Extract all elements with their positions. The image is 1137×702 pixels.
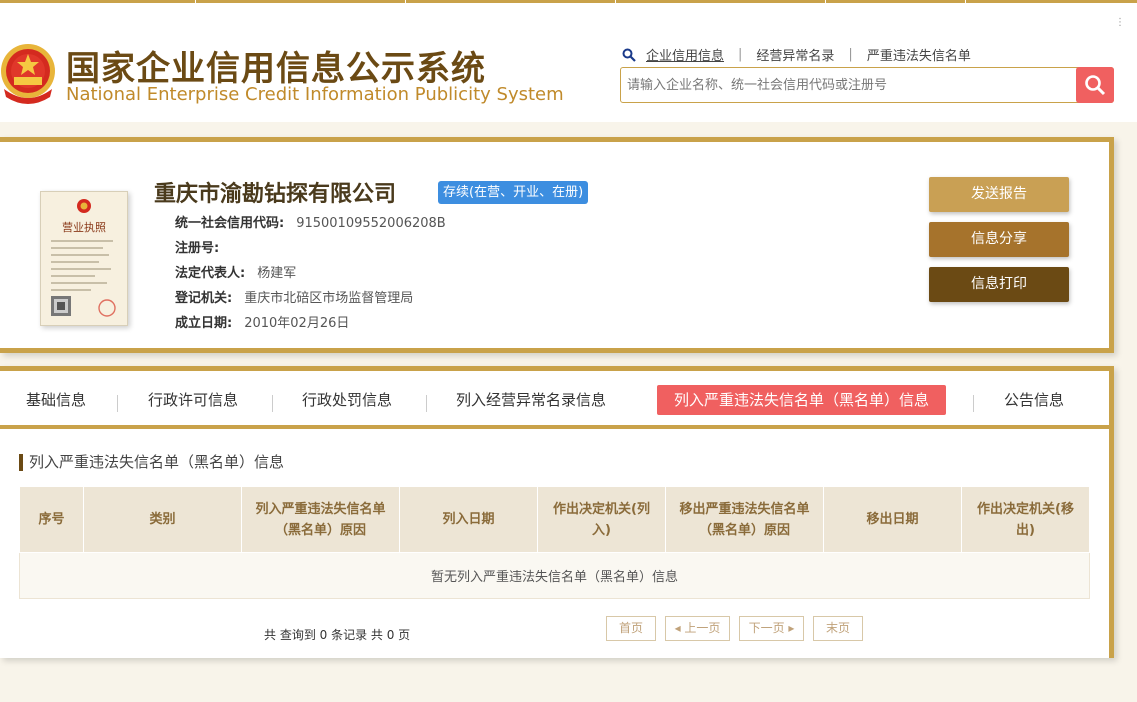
tab-basic-info[interactable]: 基础信息 [26,385,86,415]
top-nav: 企业信用信息 | 经营异常名录 | 严重违法失信名单 [622,45,971,64]
field-established-date: 成立日期: 2010年02月26日 [175,312,349,331]
national-emblem-icon [1,44,55,104]
nav-abnormal-list[interactable]: 经营异常名录 [756,45,834,64]
col-header-removal-date: 移出日期 [823,486,962,553]
field-label: 注册号: [175,241,220,256]
next-page-button[interactable]: 下一页 ▸ [739,616,804,641]
tab-blacklist[interactable]: 列入严重违法失信名单（黑名单）信息 [657,385,947,415]
tab-separator [426,395,427,412]
table-row: 暂无列入严重违法失信名单（黑名单）信息 [19,552,1090,599]
tab-admin-license[interactable]: 行政许可信息 [148,385,238,415]
first-page-button[interactable]: 首页 [606,616,656,641]
section-title: 列入严重违法失信名单（黑名单）信息 [19,454,284,471]
search-box [620,67,1114,103]
table-header-row: 序号 类别 列入严重违法失信名单（黑名单）原因 列入日期 作出决定机关(列入) … [19,486,1090,553]
empty-table-message: 暂无列入严重违法失信名单（黑名单）信息 [19,552,1090,599]
company-name: 重庆市渝勘钻探有限公司 [154,182,397,207]
col-header-removal-reason: 移出严重违法失信名单（黑名单）原因 [665,486,824,553]
next-arrow-icon: ▸ [784,621,795,635]
field-value: 91500109552006208B [296,216,446,231]
field-reg-authority: 登记机关: 重庆市北碚区市场监督管理局 [175,287,413,306]
company-card: 营业执照 重庆市渝勘钻探有限公司 存续(在营、开业、在册) 统一社会信用代码: 9… [0,137,1114,353]
field-label: 登记机关: [175,291,233,306]
tab-separator [117,395,118,412]
col-header-list-authority: 作出决定机关(列入) [537,486,666,553]
field-value: 重庆市北碚区市场监督管理局 [244,291,414,306]
search-input[interactable] [621,68,1077,102]
blacklist-table: 序号 类别 列入严重违法失信名单（黑名单）原因 列入日期 作出决定机关(列入) … [19,486,1090,599]
nav-enterprise-credit[interactable]: 企业信用信息 [646,45,724,64]
pagination-info: 共 查询到 0 条记录 共 0 页 [264,628,411,642]
col-header-index: 序号 [19,486,84,553]
prev-page-button[interactable]: ◂ 上一页 [665,616,730,641]
license-title: 营业执照 [62,220,106,234]
tab-abnormal-operation[interactable]: 列入经营异常名录信息 [456,385,606,415]
search-icon [622,48,636,62]
field-reg-number: 注册号: [175,237,231,256]
site-title-cn: 国家企业信用信息公示系统 [66,49,486,89]
nav-blacklist[interactable]: 严重违法失信名单 [867,45,971,64]
field-legal-rep: 法定代表人: 杨建军 [175,262,296,281]
field-label: 法定代表人: [175,266,246,281]
nav-separator: | [848,47,853,62]
field-label: 统一社会信用代码: [175,216,285,231]
info-panel: 基础信息 行政许可信息 行政处罚信息 列入经营异常名录信息 列入严重违法失信名单… [0,366,1114,658]
field-value: 2010年02月26日 [244,316,350,331]
next-page-label: 下一页 [748,621,785,635]
nav-separator: | [738,47,743,62]
print-info-button[interactable]: 信息打印 [929,267,1069,302]
col-header-removal-authority: 作出决定机关(移出) [961,486,1090,553]
last-page-button[interactable]: 末页 [813,616,863,641]
col-header-category: 类别 [83,486,242,553]
search-icon [1085,75,1106,96]
col-header-list-reason: 列入严重违法失信名单（黑名单）原因 [241,486,400,553]
share-info-button[interactable]: 信息分享 [929,222,1069,257]
tab-announcement[interactable]: 公告信息 [1004,385,1064,415]
tab-separator [272,395,273,412]
prev-page-label: 上一页 [684,621,721,635]
info-tabs: 基础信息 行政许可信息 行政处罚信息 列入经营异常名录信息 列入严重违法失信名单… [0,371,1109,429]
site-header: 国家企业信用信息公示系统 National Enterprise Credit … [0,3,1137,122]
prev-arrow-icon: ◂ [674,621,685,635]
field-credit-code: 统一社会信用代码: 91500109552006208B [175,212,446,231]
business-license-image: 营业执照 [40,191,128,326]
site-title-en: National Enterprise Credit Information P… [66,84,564,105]
send-report-button[interactable]: 发送报告 [929,177,1069,212]
col-header-list-date: 列入日期 [399,486,538,553]
field-value: 杨建军 [257,266,297,281]
status-badge: 存续(在营、开业、在册) [438,181,589,204]
blacklist-section: 列入严重违法失信名单（黑名单）信息 序号 类别 列入严重违法失信名单（黑名单）原… [0,429,1109,658]
tab-separator [973,395,974,412]
search-button[interactable] [1076,67,1114,103]
corner-dots: ⋮ [1115,17,1125,28]
field-label: 成立日期: [175,316,233,331]
tab-admin-penalty[interactable]: 行政处罚信息 [302,385,392,415]
